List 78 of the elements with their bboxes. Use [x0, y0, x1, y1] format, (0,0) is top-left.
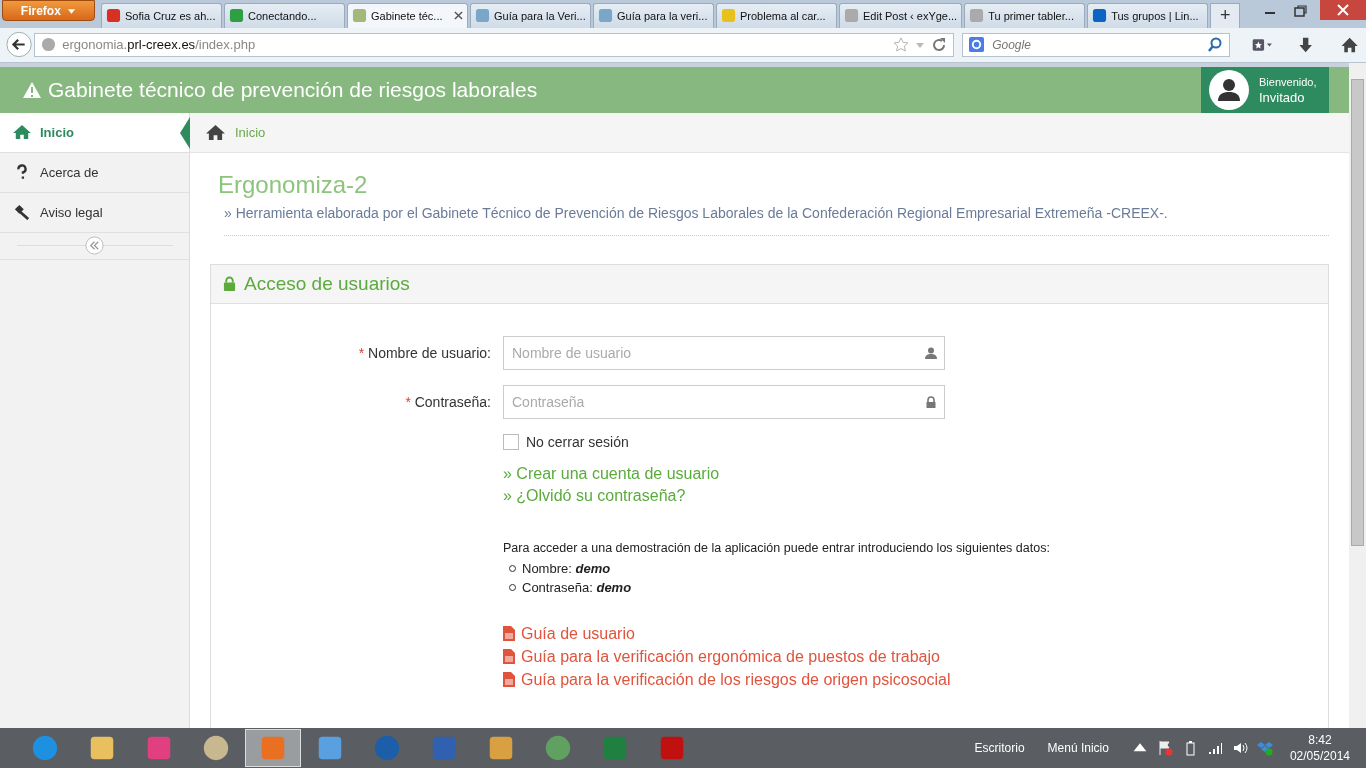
sidebar-item[interactable]: Aviso legal	[0, 192, 189, 233]
gavel-icon	[13, 204, 31, 221]
demo-credential: Nombre: demo	[522, 560, 611, 576]
app-icon	[201, 733, 231, 763]
sidebar-item[interactable]: Inicio	[0, 112, 189, 153]
taskbar-toolbar[interactable]: Escritorio	[974, 741, 1025, 755]
lock-icon	[925, 395, 937, 408]
document-icon	[503, 626, 515, 642]
browser-tab[interactable]: Conectando...	[224, 2, 345, 28]
document-icon	[503, 672, 515, 688]
demo-credential: Contraseña: demo	[522, 579, 632, 595]
signal-icon[interactable]	[1206, 740, 1223, 756]
flag-icon[interactable]	[1156, 740, 1173, 756]
user-icon	[925, 346, 937, 359]
field-label: Nombre de usuario:	[368, 344, 491, 361]
favicon-icon	[969, 8, 985, 24]
browser-tab[interactable]: Guía para la veri...	[593, 2, 714, 28]
caret-icon	[67, 8, 77, 15]
input-field[interactable]: Nombre de usuario	[503, 335, 945, 370]
browser-tab[interactable]: Gabinete téc...	[347, 2, 468, 28]
home-icon	[206, 123, 225, 141]
clock[interactable]: 8:42 02/05/2014	[1289, 732, 1350, 764]
demo-instructions: Para acceder a una demostración de la aplicación puede entrar introduciendo los siguientes datos:	[503, 540, 1051, 555]
app-icon	[543, 733, 573, 763]
favicon-icon	[475, 8, 490, 24]
checkbox[interactable]	[503, 433, 519, 450]
user-box[interactable]: Bienvenido, Invitado	[1201, 66, 1329, 113]
scrollbar[interactable]	[1349, 62, 1366, 728]
page-title: Ergonomiza-2	[218, 170, 369, 199]
document-icon	[503, 649, 515, 665]
avatar-icon	[1209, 69, 1249, 110]
star-icon[interactable]	[893, 36, 910, 53]
browser-tab[interactable]: Tu primer tabler...	[964, 2, 1086, 28]
browser-tab[interactable]: Edit Post ‹ exYge...	[839, 2, 963, 28]
box-icon[interactable]	[1256, 740, 1273, 756]
favicon-icon	[106, 8, 121, 24]
user-name: Invitado	[1259, 89, 1306, 106]
input-field[interactable]: Contraseña	[503, 384, 945, 419]
warning-icon	[22, 80, 42, 99]
site-title: Gabinete técnico de prevención de riesgos laborales	[48, 77, 538, 102]
panel-title: Acceso de usuarios	[244, 272, 410, 295]
app-icon	[30, 733, 60, 763]
favicon-icon	[229, 8, 244, 24]
taskbar-toolbar[interactable]: Menú Inicio	[1047, 741, 1109, 755]
required-mark: *	[358, 344, 365, 361]
guide-link[interactable]: Guía de usuario	[521, 624, 635, 643]
browser-tab[interactable]: Sofia Cruz es ah...	[101, 2, 222, 28]
favicon-icon	[1092, 8, 1108, 24]
taskbar-app-button[interactable]	[245, 729, 301, 767]
address-field[interactable]: ergonomia.prl-creex.es/index.php	[34, 32, 955, 57]
close-window-icon[interactable]	[1320, 0, 1366, 20]
app-icon	[372, 733, 402, 763]
search-bar[interactable]: Google	[962, 32, 1231, 57]
guide-link[interactable]: Guía para la verificación ergonómica de puestos de trabajo	[521, 647, 940, 666]
close-icon[interactable]	[454, 11, 463, 21]
reload-icon[interactable]	[931, 36, 948, 53]
browser-tab[interactable]: Guía para la Veri...	[470, 2, 591, 28]
search-icon[interactable]	[1207, 36, 1224, 53]
collapse-sidebar-icon[interactable]	[85, 236, 104, 256]
browser-tab[interactable]: Tus grupos | Lin...	[1087, 2, 1209, 28]
field-label: Contraseña:	[414, 393, 491, 410]
welcome-text: Bienvenido,	[1259, 74, 1317, 90]
guide-link[interactable]: Guía para la verificación de los riesgos de origen psicosocial	[521, 670, 951, 689]
favicon-icon	[352, 8, 367, 24]
volume-icon[interactable]	[1231, 740, 1248, 756]
lock-icon	[223, 276, 236, 292]
favicon-icon	[721, 8, 736, 24]
browser-tab[interactable]: Problema al car...	[716, 2, 837, 28]
page-subtitle: » Herramienta elaborada por el Gabinete Técnico de Prevención de Riesgos Laborales de la Confederación Regional Empresarial Extremeña -CREEX-.	[224, 204, 1329, 236]
search-engine-icon[interactable]	[969, 37, 985, 53]
back-icon[interactable]	[6, 31, 33, 59]
home-icon	[13, 124, 31, 141]
checkbox-label[interactable]: No cerrar sesión	[526, 433, 629, 450]
sidebar-item[interactable]: Acerca de	[0, 152, 189, 193]
new-tab-button[interactable]: +	[1210, 2, 1241, 28]
favicon-icon	[844, 8, 859, 24]
required-mark: *	[405, 393, 411, 410]
favicon-icon	[598, 8, 613, 24]
